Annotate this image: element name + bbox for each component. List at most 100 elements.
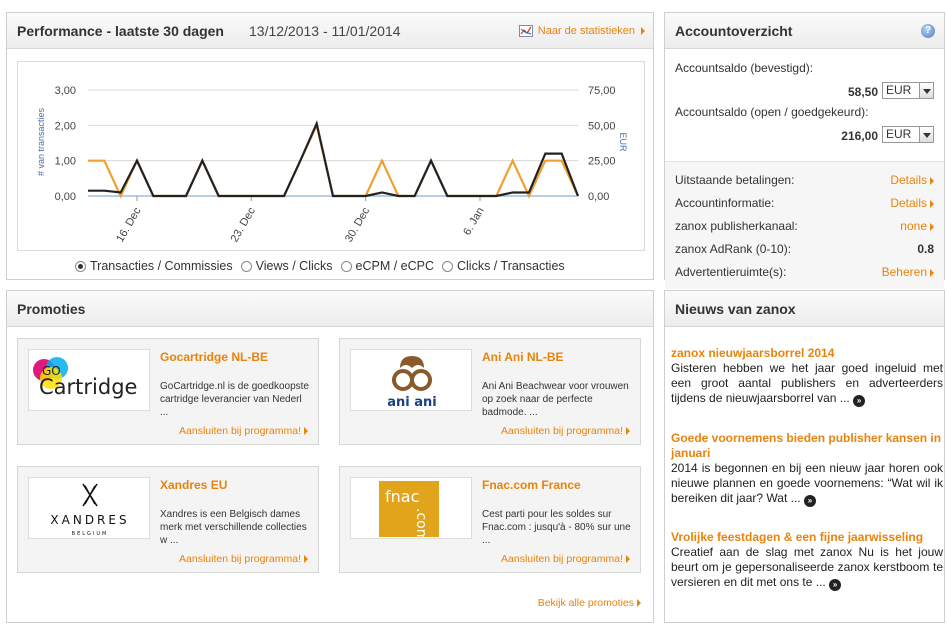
- svg-text:BELGIUM: BELGIUM: [72, 531, 109, 537]
- join-program-link[interactable]: Aansluiten bij programma!: [501, 553, 630, 565]
- fnac-logo: fnac .com: [350, 477, 472, 539]
- news-item-title[interactable]: Vrolijke feestdagen & een fijne jaarwiss…: [671, 530, 943, 545]
- account-info-row: Advertentieruimte(s): Beheren: [675, 265, 934, 279]
- svg-text:.com: .com: [413, 508, 429, 539]
- promo-title[interactable]: Fnac.com France: [482, 478, 581, 492]
- view-all-label: Bekijk alle promoties: [537, 597, 634, 609]
- balance-confirmed-label: Accountsaldo (bevestigd):: [675, 61, 814, 75]
- help-icon[interactable]: ?: [921, 24, 935, 38]
- promo-card-xandres[interactable]: XANDRES BELGIUM Xandres EU Xandres is ee…: [17, 466, 319, 573]
- account-panel: Accountoverzicht ? Accountsaldo (bevesti…: [664, 12, 945, 289]
- account-info-value-text: Details: [890, 173, 927, 187]
- y-left-tick-label: 2,00: [55, 120, 76, 132]
- radio-icon[interactable]: [340, 260, 352, 272]
- account-info-link[interactable]: Beheren: [882, 265, 934, 279]
- join-label: Aansluiten bij programma!: [501, 425, 623, 437]
- radio-label: Transacties / Commissies: [90, 259, 233, 273]
- stats-link[interactable]: Naar de statistieken: [518, 25, 645, 37]
- arrow-right-icon: [637, 599, 641, 608]
- news-item: Vrolijke feestdagen & een fijne jaarwiss…: [671, 530, 943, 591]
- account-info-value-text: Beheren: [881, 265, 927, 279]
- arrow-right-icon: [626, 555, 630, 564]
- news-item: zanox nieuwjaarsborrel 2014 Gisteren heb…: [671, 346, 943, 407]
- promo-title[interactable]: Xandres EU: [160, 478, 227, 492]
- radio-label: Clicks / Transacties: [457, 259, 565, 273]
- radio-icon[interactable]: [442, 260, 453, 272]
- radio-label: eCPM / eCPC: [355, 259, 435, 273]
- account-info-row: Accountinformatie: Details: [675, 196, 934, 210]
- account-info-list: Uitstaande betalingen: Details Accountinfo…: [665, 161, 944, 289]
- radio-option[interactable]: eCPM / eCPC: [340, 259, 435, 273]
- account-info-link[interactable]: none: [900, 219, 934, 233]
- radio-option[interactable]: Clicks / Transacties: [442, 259, 565, 273]
- read-more-icon[interactable]: »: [829, 579, 842, 591]
- x-tick-label: 23. Dec: [229, 205, 259, 244]
- radio-label: Views / Clicks: [255, 259, 333, 273]
- account-info-value-text: 0.8: [917, 242, 934, 256]
- promo-title[interactable]: Ani Ani NL-BE: [482, 350, 564, 364]
- arrow-right-icon: [304, 427, 308, 436]
- arrow-right-icon: [626, 427, 630, 436]
- radio-option[interactable]: Transacties / Commissies: [75, 259, 233, 273]
- join-program-link[interactable]: Aansluiten bij programma!: [179, 425, 308, 437]
- chevron-down-icon: [919, 127, 933, 142]
- promo-card-gocartridge[interactable]: GO Cartridge Gocartridge NL-BE GoCartrid…: [17, 338, 319, 445]
- account-info-label: zanox AdRank (0-10):: [675, 242, 792, 256]
- read-more-icon[interactable]: »: [803, 495, 816, 507]
- news-panel: Nieuws van zanox zanox nieuwjaarsborrel …: [664, 290, 945, 623]
- chevron-down-icon: [919, 83, 933, 98]
- arrow-right-icon: [930, 176, 934, 185]
- svg-text:XANDRES: XANDRES: [50, 513, 129, 527]
- x-tick-label: 6. Jan: [461, 206, 486, 238]
- y-right-tick-label: 0,00: [588, 191, 609, 203]
- news-item-title[interactable]: zanox nieuwjaarsborrel 2014: [671, 346, 943, 361]
- promo-title[interactable]: Gocartridge NL-BE: [160, 350, 268, 364]
- account-info-label: zanox publisherkanaal:: [675, 219, 798, 233]
- promo-description: Ani Ani Beachwear voor vrouwen op zoek n…: [482, 381, 629, 418]
- view-all-promotions-link[interactable]: Bekijk alle promoties: [538, 597, 641, 609]
- account-info-link[interactable]: Details: [890, 173, 934, 187]
- y-right-axis-label: EUR: [618, 132, 628, 152]
- radio-icon[interactable]: [75, 260, 86, 272]
- account-info-row: zanox AdRank (0-10): 0.8: [675, 242, 934, 256]
- currency-select-open[interactable]: EUR: [882, 126, 934, 143]
- balance-confirmed-value: 58,50: [847, 85, 878, 99]
- promoties-title: Promoties: [17, 301, 86, 317]
- performance-chart: 3,00 75,00 2,00 50,00 1,00 25,00 0,00 0,00 16. D…: [17, 61, 645, 251]
- news-item-text: Gisteren hebben we het jaar goed ingelui…: [671, 361, 943, 405]
- chart-icon: [518, 25, 533, 37]
- svg-text:Cartridge: Cartridge: [39, 375, 137, 399]
- svg-text:fnac: fnac: [385, 487, 419, 506]
- currency-value: EUR: [886, 83, 912, 97]
- news-item-text: Creatief aan de slag met zanox Nu is het…: [671, 545, 943, 589]
- join-program-link[interactable]: Aansluiten bij programma!: [501, 425, 630, 437]
- performance-panel: Performance - laatste 30 dagen 13/12/201…: [6, 12, 654, 280]
- currency-select-confirmed[interactable]: EUR: [882, 82, 934, 99]
- join-program-link[interactable]: Aansluiten bij programma!: [179, 553, 308, 565]
- news-item-title[interactable]: Goede voornemens bieden publisher kansen…: [671, 431, 943, 461]
- promoties-panel: Promoties GO Cartridge Gocartridge NL-BE…: [6, 290, 654, 623]
- arrow-right-icon: [641, 27, 645, 35]
- account-header: Accountoverzicht ?: [665, 13, 944, 49]
- promo-card-fnac[interactable]: fnac .com Fnac.com France Cest parti pou…: [339, 466, 641, 573]
- promo-card-aniani[interactable]: ani ani Ani Ani NL-BE Ani Ani Beachwear …: [339, 338, 641, 445]
- currency-value: EUR: [886, 127, 912, 141]
- read-more-icon[interactable]: »: [853, 395, 866, 407]
- radio-icon[interactable]: [240, 260, 252, 272]
- gocartridge-logo: GO Cartridge: [28, 349, 150, 411]
- promo-description: Xandres is een Belgisch dames merk met v…: [160, 509, 307, 546]
- y-right-tick-label: 25,00: [588, 156, 616, 168]
- y-left-tick-label: 3,00: [55, 85, 76, 97]
- account-info-row: zanox publisherkanaal: none: [675, 219, 934, 233]
- radio-option[interactable]: Views / Clicks: [240, 259, 333, 273]
- account-title: Accountoverzicht: [675, 23, 793, 39]
- account-info-link[interactable]: Details: [890, 196, 934, 210]
- performance-title: Performance - laatste 30 dagen: [17, 23, 224, 39]
- svg-text:ani ani: ani ani: [387, 395, 437, 410]
- balance-open-value: 216,00: [841, 129, 878, 143]
- promoties-header: Promoties: [7, 291, 653, 327]
- x-tick-label: 30. Dec: [343, 205, 373, 244]
- news-item: Goede voornemens bieden publisher kansen…: [671, 431, 943, 507]
- chart-mode-radios: Transacties / Commissies Views / Clicks eC…: [75, 259, 565, 273]
- news-header: Nieuws van zanox: [665, 291, 944, 327]
